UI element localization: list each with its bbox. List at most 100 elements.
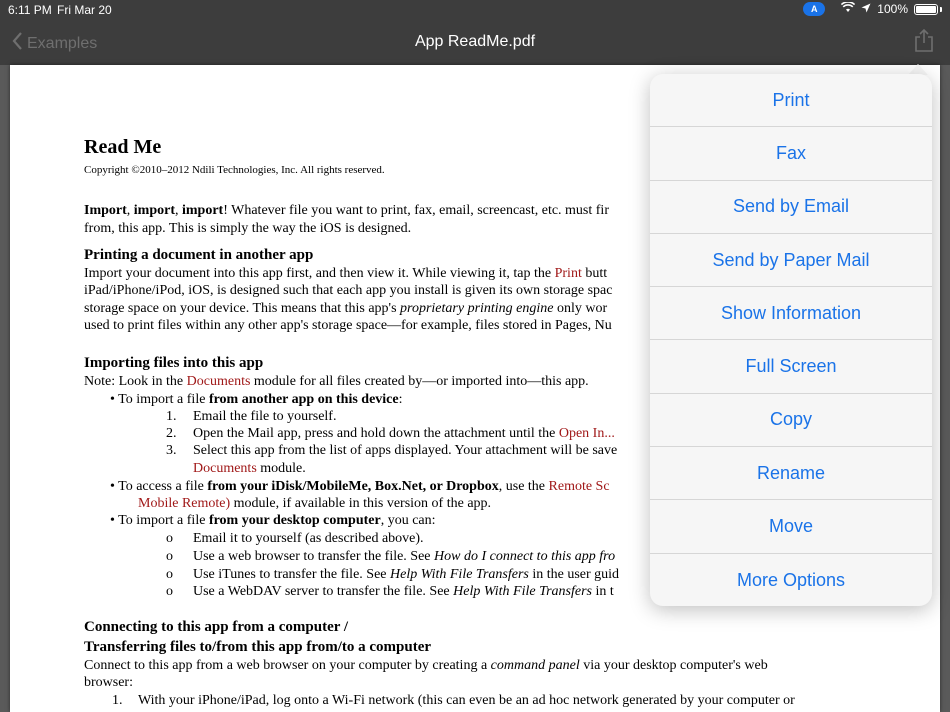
emphasis-text: How do I connect to this app fro xyxy=(434,549,616,564)
document-copyright: Copyright ©2010–2012 Ndili Technologies,… xyxy=(84,164,385,176)
intro-text: , xyxy=(126,203,134,218)
text: • To import a file xyxy=(110,392,209,407)
emphasis-text: Help With File Transfers xyxy=(453,584,592,599)
list-number: 3. xyxy=(166,443,177,458)
text: storage space on your device. This means… xyxy=(84,301,401,316)
text: , use the xyxy=(498,479,549,494)
paragraph-line: used to print files within any other app… xyxy=(84,318,612,333)
text: Use a web browser to transfer the file. … xyxy=(193,549,435,564)
text: module. xyxy=(256,461,306,476)
intro-word: import xyxy=(133,203,175,218)
action-popover: Print Fax Send by Email Send by Paper Ma… xyxy=(650,74,932,606)
text: • To access a file xyxy=(110,479,208,494)
sub-bullet: o xyxy=(166,567,173,582)
sub-item: Use a web browser to transfer the file. … xyxy=(193,548,615,566)
note-line: Note: Look in the Documents module for a… xyxy=(84,373,589,391)
status-right: A 100% xyxy=(803,1,942,16)
bold-text: from your iDisk/MobileMe, Box.Net, or Dr… xyxy=(207,479,499,494)
menu-item-move[interactable]: Move xyxy=(650,500,932,554)
sub-item: Use a WebDAV server to transfer the file… xyxy=(193,583,614,601)
paragraph-line: Import your document into this app first… xyxy=(84,265,607,283)
text: : xyxy=(398,392,403,407)
text: Open the Mail app, press and hold down t… xyxy=(193,426,559,441)
list-item-cont: Documents module. xyxy=(193,460,306,478)
bullet-item: • To import a file from another app on t… xyxy=(110,391,402,409)
text: Use iTunes to transfer the file. See xyxy=(193,567,390,582)
sub-bullet: o xyxy=(166,531,173,546)
text: , you can: xyxy=(380,513,436,528)
documents-link[interactable]: Documents xyxy=(187,374,251,389)
location-badge: A xyxy=(803,2,826,16)
share-button[interactable] xyxy=(914,28,934,58)
text: • To import a file xyxy=(110,513,209,528)
text: module for all files created by—or impor… xyxy=(250,374,589,389)
paragraph-line: Connect to this app from a web browser o… xyxy=(84,657,768,675)
text: Import your document into this app first… xyxy=(84,266,555,281)
share-icon xyxy=(914,28,934,57)
text: only wor xyxy=(553,301,608,316)
text: in t xyxy=(591,584,614,599)
emphasis-text: Help With File Transfers xyxy=(390,567,529,582)
battery-icon xyxy=(914,3,938,15)
list-number: 1. xyxy=(112,693,123,708)
text: via your desktop computer's web xyxy=(579,658,768,673)
sub-bullet: o xyxy=(166,584,173,599)
emphasis-text: command panel xyxy=(490,658,580,673)
mobile-remote-link[interactable]: Mobile Remote) xyxy=(138,496,230,511)
wifi-icon xyxy=(841,1,856,16)
sub-bullet: o xyxy=(166,549,173,564)
paragraph-line: iPad/iPhone/iPod, iOS, is designed such … xyxy=(84,283,613,298)
paragraph-line: storage space on your device. This means… xyxy=(84,300,607,318)
print-link[interactable]: Print xyxy=(555,266,582,281)
battery-percent: 100% xyxy=(877,2,908,16)
navigation-bar: Examples App ReadMe.pdf xyxy=(0,20,950,65)
section-heading: Printing a document in another app xyxy=(84,247,314,263)
status-time: 6:11 PM xyxy=(8,3,52,17)
paragraph-line: browser: xyxy=(84,675,133,690)
menu-item-send-by-email[interactable]: Send by Email xyxy=(650,181,932,234)
list-item: Email the file to yourself. xyxy=(193,409,337,424)
menu-item-fax[interactable]: Fax xyxy=(650,127,932,181)
emphasis-text: proprietary printing engine xyxy=(400,301,554,316)
bold-text: from your desktop computer xyxy=(208,513,381,528)
remote-link[interactable]: Remote Sc xyxy=(549,479,610,494)
list-item: Select this app from the list of apps di… xyxy=(193,443,618,458)
intro-word: Import xyxy=(84,203,127,218)
intro-word: import xyxy=(182,203,224,218)
status-bar: 6:11 PM Fri Mar 20 A 100% xyxy=(0,0,950,20)
page-title: App ReadMe.pdf xyxy=(414,33,536,50)
intro-line-2: from, this app. This is simply the way t… xyxy=(84,221,412,236)
menu-item-full-screen[interactable]: Full Screen xyxy=(650,340,932,394)
battery-tip xyxy=(940,6,942,12)
menu-item-show-information[interactable]: Show Information xyxy=(650,287,932,341)
list-item: With your iPhone/iPad, log onto a Wi-Fi … xyxy=(138,693,795,708)
text: Note: Look in the xyxy=(84,374,187,389)
open-in-link[interactable]: Open In... xyxy=(559,426,615,441)
text: Connect to this app from a web browser o… xyxy=(84,658,491,673)
intro-text: , xyxy=(175,203,182,218)
status-date: Fri Mar 20 xyxy=(57,3,112,17)
section-heading: Transferring files to/from this app from… xyxy=(84,639,432,655)
sub-item: Email it to yourself (as described above… xyxy=(193,531,424,546)
menu-item-more-options[interactable]: More Options xyxy=(650,554,932,606)
menu-item-send-by-paper-mail[interactable]: Send by Paper Mail xyxy=(650,234,932,288)
intro-line-1: Import, import, import! Whatever file yo… xyxy=(84,202,609,220)
intro-text: ! Whatever file you want to print, fax, … xyxy=(223,203,609,218)
list-number: 2. xyxy=(166,426,177,441)
text: butt xyxy=(581,266,608,281)
menu-item-print[interactable]: Print xyxy=(650,74,932,128)
bullet-item: • To import a file from your desktop com… xyxy=(110,512,436,530)
sub-item: Use iTunes to transfer the file. See Hel… xyxy=(193,566,619,584)
menu-item-rename[interactable]: Rename xyxy=(650,447,932,501)
location-arrow-icon xyxy=(861,2,871,16)
menu-item-copy[interactable]: Copy xyxy=(650,394,932,448)
document-title: Read Me xyxy=(84,136,162,158)
bullet-item-cont: Mobile Remote) module, if available in t… xyxy=(138,495,491,513)
documents-link[interactable]: Documents xyxy=(193,461,257,476)
text: module, if available in this version of … xyxy=(230,496,492,511)
list-item: Open the Mail app, press and hold down t… xyxy=(193,425,615,443)
section-heading: Connecting to this app from a computer / xyxy=(84,619,349,635)
bullet-item: • To access a file from your iDisk/Mobil… xyxy=(110,478,610,496)
bold-text: from another app on this device xyxy=(208,392,399,407)
text: Use a WebDAV server to transfer the file… xyxy=(193,584,454,599)
